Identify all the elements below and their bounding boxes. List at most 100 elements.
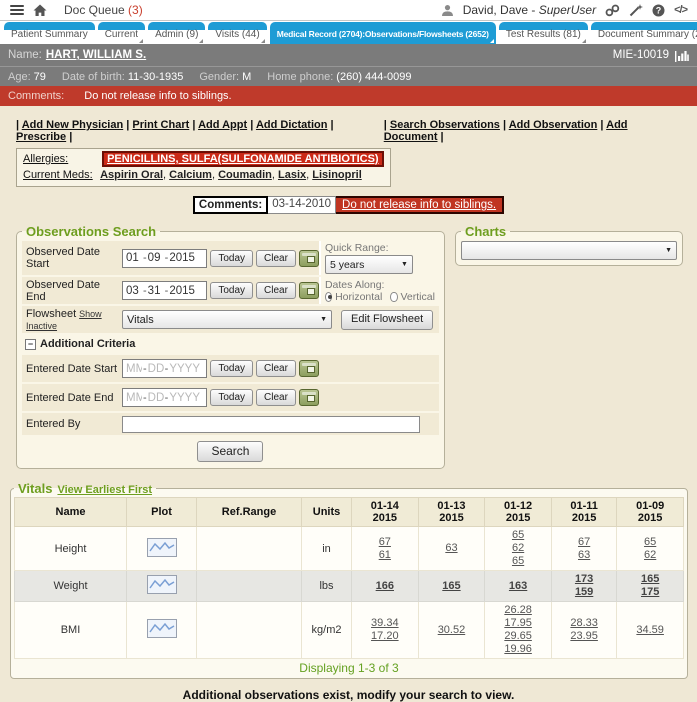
entered-start-day-input[interactable] xyxy=(147,363,165,375)
observation-value-link[interactable]: 163 xyxy=(487,580,549,593)
entered-end-year-input[interactable] xyxy=(168,392,204,404)
tab-medical-record-2704-observatio[interactable]: Medical Record (2704):Observations/Flows… xyxy=(270,22,496,44)
help-icon[interactable]: ? xyxy=(652,4,665,17)
comment-banner-link[interactable]: Do not release info to siblings. xyxy=(336,196,504,214)
vertical-radio[interactable] xyxy=(390,292,397,302)
collapse-icon[interactable]: − xyxy=(25,339,36,350)
tab-admin-9[interactable]: Admin (9) xyxy=(148,22,205,44)
observation-value-link[interactable]: 63 xyxy=(554,549,614,562)
view-earliest-first-link[interactable]: View Earliest First xyxy=(57,484,152,496)
wand-icon[interactable] xyxy=(629,4,643,17)
med-link-coumadin[interactable]: Coumadin xyxy=(218,169,272,181)
calendar-icon[interactable] xyxy=(299,282,319,299)
observation-value-link[interactable]: 29.65 xyxy=(487,630,549,643)
code-icon[interactable]: </> xyxy=(674,4,687,16)
observation-value-link[interactable]: 67 xyxy=(354,536,416,549)
ref-range-cell xyxy=(197,527,302,571)
observation-value-link[interactable]: 34.59 xyxy=(619,624,681,637)
charts-select[interactable]: ▼ xyxy=(461,241,677,260)
med-link-calcium[interactable]: Calcium xyxy=(169,169,212,181)
clear-button[interactable]: Clear xyxy=(256,360,296,377)
observed-start-year-input[interactable] xyxy=(168,252,204,264)
today-button[interactable]: Today xyxy=(210,360,253,377)
action-link-add-observation[interactable]: Add Observation xyxy=(509,119,598,131)
observation-value-link[interactable]: 23.95 xyxy=(554,630,614,643)
horizontal-radio[interactable] xyxy=(325,292,332,302)
search-button[interactable]: Search xyxy=(197,441,263,462)
observation-value-link[interactable]: 165 xyxy=(619,573,681,586)
tab-visits-44[interactable]: Visits (44) xyxy=(208,22,266,44)
clear-button[interactable]: Clear xyxy=(256,389,296,406)
observation-value-link[interactable]: 62 xyxy=(487,542,549,555)
observation-value-link[interactable]: 165 xyxy=(421,580,483,593)
calendar-icon[interactable] xyxy=(299,360,319,377)
column-header-date: 01-132015 xyxy=(418,498,485,527)
plot-chart-icon[interactable] xyxy=(147,575,177,594)
observation-value-link[interactable]: 63 xyxy=(421,542,483,555)
flowsheet-select[interactable]: Vitals▼ xyxy=(122,310,332,329)
calendar-icon[interactable] xyxy=(299,389,319,406)
patient-name-link[interactable]: HART, WILLIAM S. xyxy=(46,49,146,61)
user-name: David, Dave - xyxy=(463,3,539,17)
observation-value-link[interactable]: 28.33 xyxy=(554,617,614,630)
observation-value-link[interactable]: 26.28 xyxy=(487,604,549,617)
action-link-print-chart[interactable]: Print Chart xyxy=(132,119,189,131)
observation-value-link[interactable]: 65 xyxy=(619,536,681,549)
observation-value-link[interactable]: 65 xyxy=(487,529,549,542)
tab-patient-summary[interactable]: Patient Summary xyxy=(4,22,95,44)
links-icon[interactable] xyxy=(605,4,620,17)
observation-value-link[interactable]: 61 xyxy=(354,549,416,562)
tab-test-results-81[interactable]: Test Results (81) xyxy=(499,22,588,44)
tab-current[interactable]: Current xyxy=(98,22,145,44)
current-user[interactable]: David, Dave - SuperUser xyxy=(463,3,596,17)
plot-chart-icon[interactable] xyxy=(147,538,177,557)
observed-start-month-input[interactable] xyxy=(125,252,143,264)
quick-range-select[interactable]: 5 years▼ xyxy=(325,255,413,274)
med-link-aspirin-oral[interactable]: Aspirin Oral xyxy=(100,169,163,181)
action-link-add-new-physician[interactable]: Add New Physician xyxy=(22,119,123,131)
observation-value-link[interactable]: 67 xyxy=(554,536,614,549)
observation-value-link[interactable]: 39.34 xyxy=(354,617,416,630)
tab-document-summary-267[interactable]: Document Summary (267) xyxy=(591,22,697,44)
entered-start-year-input[interactable] xyxy=(168,363,204,375)
today-button[interactable]: Today xyxy=(210,282,253,299)
plot-chart-icon[interactable] xyxy=(147,619,177,638)
action-link-add-dictation[interactable]: Add Dictation xyxy=(256,119,328,131)
doc-queue-link[interactable]: Doc Queue (3) xyxy=(64,3,143,17)
observation-value-link[interactable]: 166 xyxy=(354,580,416,593)
observed-end-month-input[interactable] xyxy=(125,285,143,297)
observation-value-link[interactable]: 175 xyxy=(619,586,681,599)
observation-value-link[interactable]: 159 xyxy=(554,586,614,599)
clear-button[interactable]: Clear xyxy=(256,250,296,267)
action-link-prescribe[interactable]: Prescribe xyxy=(16,131,66,143)
observation-value-link[interactable]: 17.95 xyxy=(487,617,549,630)
entered-start-month-input[interactable] xyxy=(125,363,143,375)
med-link-lisinopril[interactable]: Lisinopril xyxy=(312,169,362,181)
menu-icon[interactable] xyxy=(10,5,24,15)
action-link-add-appt[interactable]: Add Appt xyxy=(198,119,247,131)
calendar-icon[interactable] xyxy=(299,250,319,267)
entered-end-day-input[interactable] xyxy=(147,392,165,404)
today-button[interactable]: Today xyxy=(210,389,253,406)
action-link-search-observations[interactable]: Search Observations xyxy=(390,119,500,131)
edit-flowsheet-button[interactable]: Edit Flowsheet xyxy=(341,310,433,330)
observation-value-link[interactable]: 17.20 xyxy=(354,630,416,643)
plot-cell xyxy=(127,571,197,602)
observed-end-year-input[interactable] xyxy=(168,285,204,297)
observation-value-link[interactable]: 173 xyxy=(554,573,614,586)
allergy-badge[interactable]: PENICILLINS, SULFA(SULFONAMIDE ANTIBIOTI… xyxy=(102,151,384,167)
home-icon[interactable] xyxy=(33,4,47,17)
entered-end-month-input[interactable] xyxy=(125,392,143,404)
observation-value-link[interactable]: 30.52 xyxy=(421,624,483,637)
observation-value-link[interactable]: 65 xyxy=(487,555,549,568)
values-cell: 165175 xyxy=(617,571,684,602)
observation-value-link[interactable]: 62 xyxy=(619,549,681,562)
observation-value-link[interactable]: 19.96 xyxy=(487,643,549,656)
today-button[interactable]: Today xyxy=(210,250,253,267)
clear-button[interactable]: Clear xyxy=(256,282,296,299)
observed-start-day-input[interactable] xyxy=(147,252,165,264)
entered-by-input[interactable] xyxy=(122,416,420,433)
chart-icon[interactable] xyxy=(675,49,689,62)
med-link-lasix[interactable]: Lasix xyxy=(278,169,306,181)
observed-end-day-input[interactable] xyxy=(147,285,165,297)
